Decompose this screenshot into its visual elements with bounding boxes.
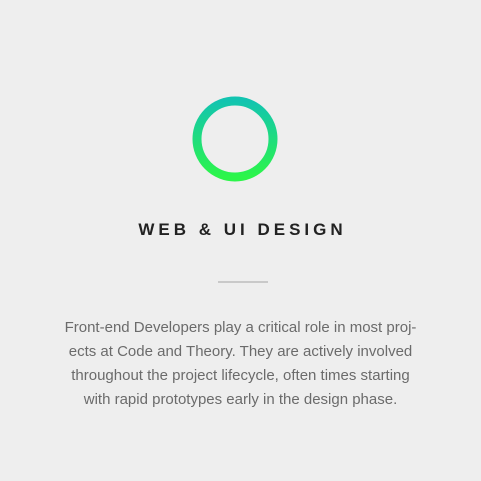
description-line: throughout the project lifecycle, often … bbox=[71, 367, 410, 384]
service-card: WEB & UI DESIGN Front-end Developers pla… bbox=[0, 0, 481, 481]
ring-icon bbox=[190, 94, 280, 184]
divider bbox=[218, 281, 268, 283]
card-title: WEB & UI DESIGN bbox=[138, 220, 347, 239]
description-line: with rapid prototypes early in the desig… bbox=[83, 391, 398, 408]
description-line: ects at Code and Theory. They are active… bbox=[68, 343, 413, 360]
description-line: Front-end Developers play a critical rol… bbox=[64, 319, 417, 336]
card-description: Front-end Developers play a critical rol… bbox=[40, 316, 441, 412]
